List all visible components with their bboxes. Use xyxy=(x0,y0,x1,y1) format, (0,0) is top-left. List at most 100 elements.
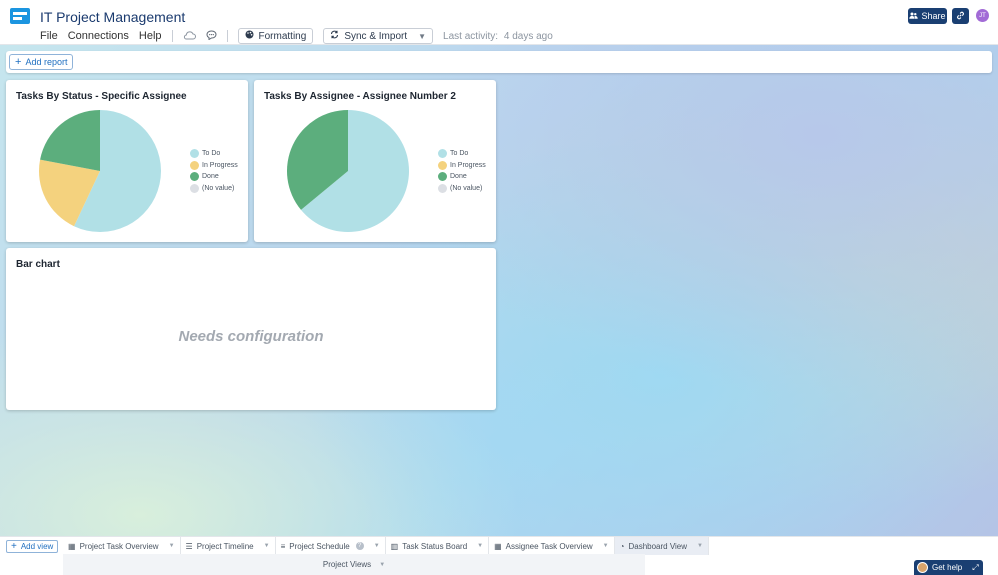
board-icon: ▥ xyxy=(390,541,399,551)
legend-label: (No value) xyxy=(450,184,483,192)
chart-legend: To Do In Progress Done (No value) xyxy=(190,148,238,194)
legend-swatch xyxy=(438,160,447,170)
add-view-label: Add view xyxy=(20,542,54,551)
chevron-down-icon[interactable]: ▼ xyxy=(697,543,703,549)
menu-bar: File Connections Help Formatting Sync & … xyxy=(40,28,553,44)
legend-swatch xyxy=(438,149,447,159)
copy-link-button[interactable] xyxy=(952,8,969,24)
legend-label: In Progress xyxy=(450,161,486,169)
get-help-label: Get help xyxy=(932,563,963,572)
report-card-status[interactable]: Tasks By Status - Specific Assignee To D… xyxy=(6,80,248,242)
tab-project-task-overview[interactable]: ▦ Project Task Overview ▼ xyxy=(63,537,181,555)
chevron-down-icon[interactable]: ▼ xyxy=(169,543,175,549)
legend-label: Done xyxy=(202,173,219,181)
legend-swatch xyxy=(190,183,199,193)
view-tab-bar: + Add view ▦ Project Task Overview ▼ ☰ P… xyxy=(0,536,998,555)
tab-project-schedule[interactable]: ≡ Project Schedule ? ▼ xyxy=(275,537,386,555)
last-activity: Last activity: 4 days ago xyxy=(443,31,553,42)
app-logo-icon[interactable] xyxy=(10,8,30,24)
add-report-button[interactable]: + Add report xyxy=(9,54,74,70)
formatting-label: Formatting xyxy=(258,30,307,42)
sync-import-label: Sync & Import xyxy=(344,30,408,42)
report-card-bar-chart[interactable]: Bar chart Needs configuration xyxy=(6,248,496,410)
legend-swatch xyxy=(190,160,199,170)
needs-configuration-placeholder[interactable]: Needs configuration xyxy=(6,328,496,345)
plus-icon: + xyxy=(15,56,22,68)
menu-divider xyxy=(171,30,173,42)
legend-swatch xyxy=(190,149,199,159)
dashboard-icon: ◔ xyxy=(619,541,625,551)
help-icon[interactable]: ? xyxy=(355,542,364,550)
app-header: IT Project Management File Connections H… xyxy=(0,0,998,45)
comment-icon[interactable] xyxy=(206,29,217,43)
support-avatar xyxy=(917,562,928,573)
legend-swatch xyxy=(438,183,447,193)
legend-item: Done xyxy=(190,171,238,183)
share-label: Share xyxy=(921,11,946,21)
legend-item: In Progress xyxy=(190,160,238,172)
share-button[interactable]: Share xyxy=(908,8,947,24)
chevron-down-icon[interactable]: ▼ xyxy=(264,543,270,549)
view-group-label: Project Views xyxy=(322,560,372,569)
expand-icon: ⤢ xyxy=(972,562,979,572)
add-report-label: Add report xyxy=(25,57,68,67)
formatting-button[interactable]: Formatting xyxy=(237,28,314,44)
chevron-down-icon[interactable]: ▼ xyxy=(379,562,385,568)
report-title: Bar chart xyxy=(16,259,60,270)
get-help-button[interactable]: Get help ⤢ xyxy=(914,560,983,575)
legend-item: (No value) xyxy=(438,183,486,195)
tab-dashboard-view[interactable]: ◔ Dashboard View ▼ xyxy=(614,537,709,555)
pie-chart xyxy=(287,110,409,232)
pie-chart xyxy=(39,110,162,232)
legend-label: In Progress xyxy=(202,161,238,169)
legend-item: To Do xyxy=(438,148,486,160)
link-icon xyxy=(956,11,965,22)
gantt-icon: ≡ xyxy=(280,541,286,551)
chart-legend: To Do In Progress Done (No value) xyxy=(438,148,486,194)
sync-import-button[interactable]: Sync & Import ▼ xyxy=(323,28,434,44)
chevron-down-icon[interactable]: ▼ xyxy=(374,543,380,549)
add-view-button[interactable]: + Add view xyxy=(6,540,59,553)
report-title: Tasks By Status - Specific Assignee xyxy=(16,91,187,102)
legend-swatch xyxy=(190,172,199,182)
menu-divider xyxy=(226,30,228,42)
tab-label: Dashboard View xyxy=(628,541,688,551)
tab-project-timeline[interactable]: ☰ Project Timeline ▼ xyxy=(180,537,276,555)
cloud-icon[interactable] xyxy=(183,29,196,43)
tab-label: Assignee Task Overview xyxy=(505,541,593,551)
timeline-icon: ☰ xyxy=(185,541,193,551)
tab-task-status-board[interactable]: ▥ Task Status Board ▼ xyxy=(385,537,490,555)
last-activity-value: 4 days ago xyxy=(503,30,553,42)
legend-label: Done xyxy=(450,173,467,181)
chevron-down-icon[interactable]: ▼ xyxy=(477,543,483,549)
legend-swatch xyxy=(438,172,447,182)
table-icon: ▦ xyxy=(68,541,76,551)
menu-file[interactable]: File xyxy=(40,30,58,42)
tab-assignee-task-overview[interactable]: ▦ Assignee Task Overview ▼ xyxy=(489,537,615,555)
legend-item: To Do xyxy=(190,148,238,160)
menu-help[interactable]: Help xyxy=(139,30,162,42)
tab-label: Task Status Board xyxy=(402,541,468,551)
plus-icon: + xyxy=(11,541,17,552)
sync-icon xyxy=(330,30,339,42)
report-toolbar: + Add report xyxy=(6,51,992,73)
table-icon: ▦ xyxy=(494,541,502,551)
view-group-bar[interactable]: Project Views ▼ xyxy=(63,554,645,575)
app-title[interactable]: IT Project Management xyxy=(40,9,185,25)
tab-label: Project Schedule xyxy=(289,541,350,551)
menu-connections[interactable]: Connections xyxy=(68,30,129,42)
palette-icon xyxy=(245,30,254,42)
share-users-icon xyxy=(909,11,919,21)
legend-label: (No value) xyxy=(202,184,235,192)
legend-item: Done xyxy=(438,171,486,183)
dashboard-canvas: + Add report Tasks By Status - Specific … xyxy=(0,45,998,536)
avatar[interactable]: JT xyxy=(976,9,989,22)
tab-label: Project Task Overview xyxy=(79,541,159,551)
chevron-down-icon[interactable]: ▼ xyxy=(603,543,609,549)
legend-label: To Do xyxy=(202,150,221,158)
chevron-down-icon: ▼ xyxy=(418,31,427,41)
report-card-assignee[interactable]: Tasks By Assignee - Assignee Number 2 To… xyxy=(254,80,496,242)
legend-item: (No value) xyxy=(190,183,238,195)
view-tabs: ▦ Project Task Overview ▼ ☰ Project Time… xyxy=(63,537,709,555)
legend-label: To Do xyxy=(450,150,469,158)
